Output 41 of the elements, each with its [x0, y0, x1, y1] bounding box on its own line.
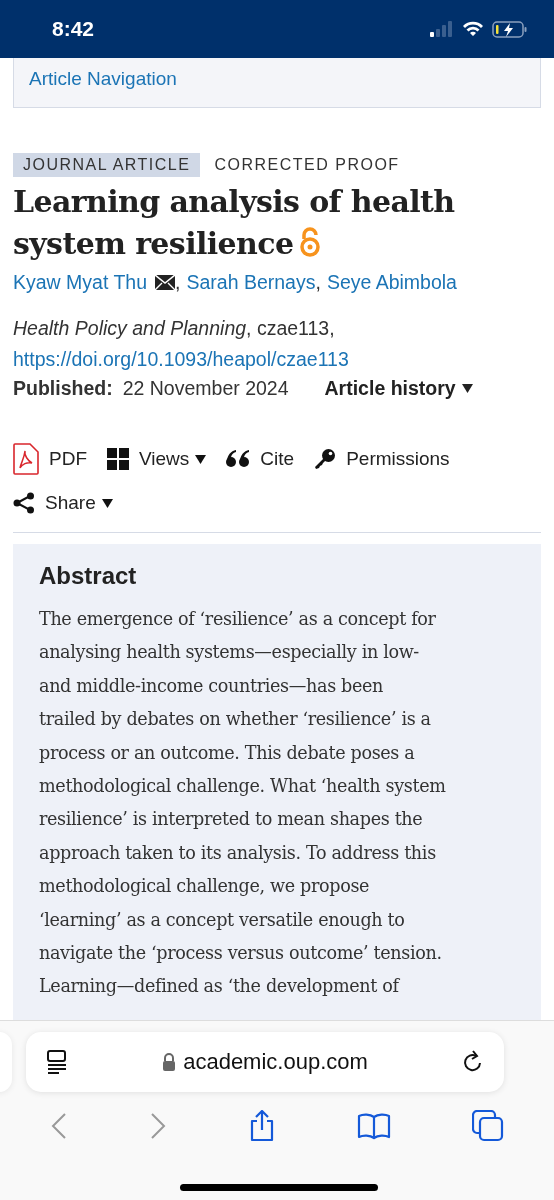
pdf-icon — [13, 443, 39, 475]
abstract-paragraph: The emergence of ‘resilience’ as a concept for analysing health systems—especially in low- and middle-income countries—has been trailed by debates on whether ‘resilience’ is a process or an outcome. This debate poses a methodological challenge. What ‘health system resilience’ is interpreted to mean shapes the approach taken to its analysis. To address this methodological challenge, we propose ‘learning’ as a concept versatile enough to navigate the ‘process versus outcome’ tension. Learning—defined as ‘the development of — [39, 608, 447, 999]
share-button[interactable]: Share — [13, 484, 113, 522]
article-history-button[interactable]: Article history — [324, 377, 473, 400]
separator: , — [175, 270, 181, 295]
reader-icon[interactable] — [46, 1050, 68, 1074]
published-label: Published: — [13, 377, 113, 400]
article-title: Learning analysis of health system resilience — [13, 183, 456, 263]
grid-icon — [107, 448, 129, 470]
email-icon[interactable] — [155, 274, 176, 290]
article-status: CORRECTED PROOF — [214, 156, 400, 174]
cite-button[interactable]: Cite — [226, 440, 295, 478]
abstract-heading: Abstract — [39, 562, 138, 590]
url-text: academic.oup.com — [183, 1049, 368, 1075]
quote-icon — [226, 450, 251, 468]
separator: , — [315, 270, 321, 295]
clock-time: 8:42 — [52, 17, 95, 41]
signal-icon — [430, 21, 454, 37]
permissions-button[interactable]: Permissions — [314, 440, 450, 478]
author-link[interactable]: Kyaw Myat Thu — [13, 265, 148, 299]
address-bar[interactable]: academic.oup.com — [26, 1032, 504, 1092]
article-type-tag: JOURNAL ARTICLE — [13, 153, 201, 177]
back-icon[interactable] — [50, 1113, 69, 1139]
battery-icon — [492, 20, 528, 38]
author-link[interactable]: Seye Abimbola — [326, 265, 457, 299]
caret-icon — [461, 384, 473, 393]
share-icon — [13, 492, 35, 514]
share-icon[interactable] — [248, 1110, 276, 1142]
key-icon — [314, 448, 337, 470]
views-button[interactable]: Views — [107, 440, 207, 478]
article-navigation-link[interactable]: Article Navigation — [13, 58, 541, 108]
bookmarks-icon[interactable] — [356, 1112, 391, 1140]
wifi-icon — [462, 21, 484, 37]
tabs-icon[interactable] — [471, 1110, 504, 1142]
author-link[interactable]: Sarah Bernays — [186, 265, 316, 299]
pdf-button[interactable]: PDF — [13, 440, 87, 478]
forward-icon[interactable] — [149, 1113, 168, 1139]
reload-icon[interactable] — [462, 1050, 484, 1074]
journal-citation: Health Policy and Planning, czae113, — [13, 317, 335, 339]
doi-link[interactable]: https://doi.org/10.1093/heapol/czae113 — [13, 348, 349, 370]
published-date: 22 November 2024 — [122, 377, 289, 400]
